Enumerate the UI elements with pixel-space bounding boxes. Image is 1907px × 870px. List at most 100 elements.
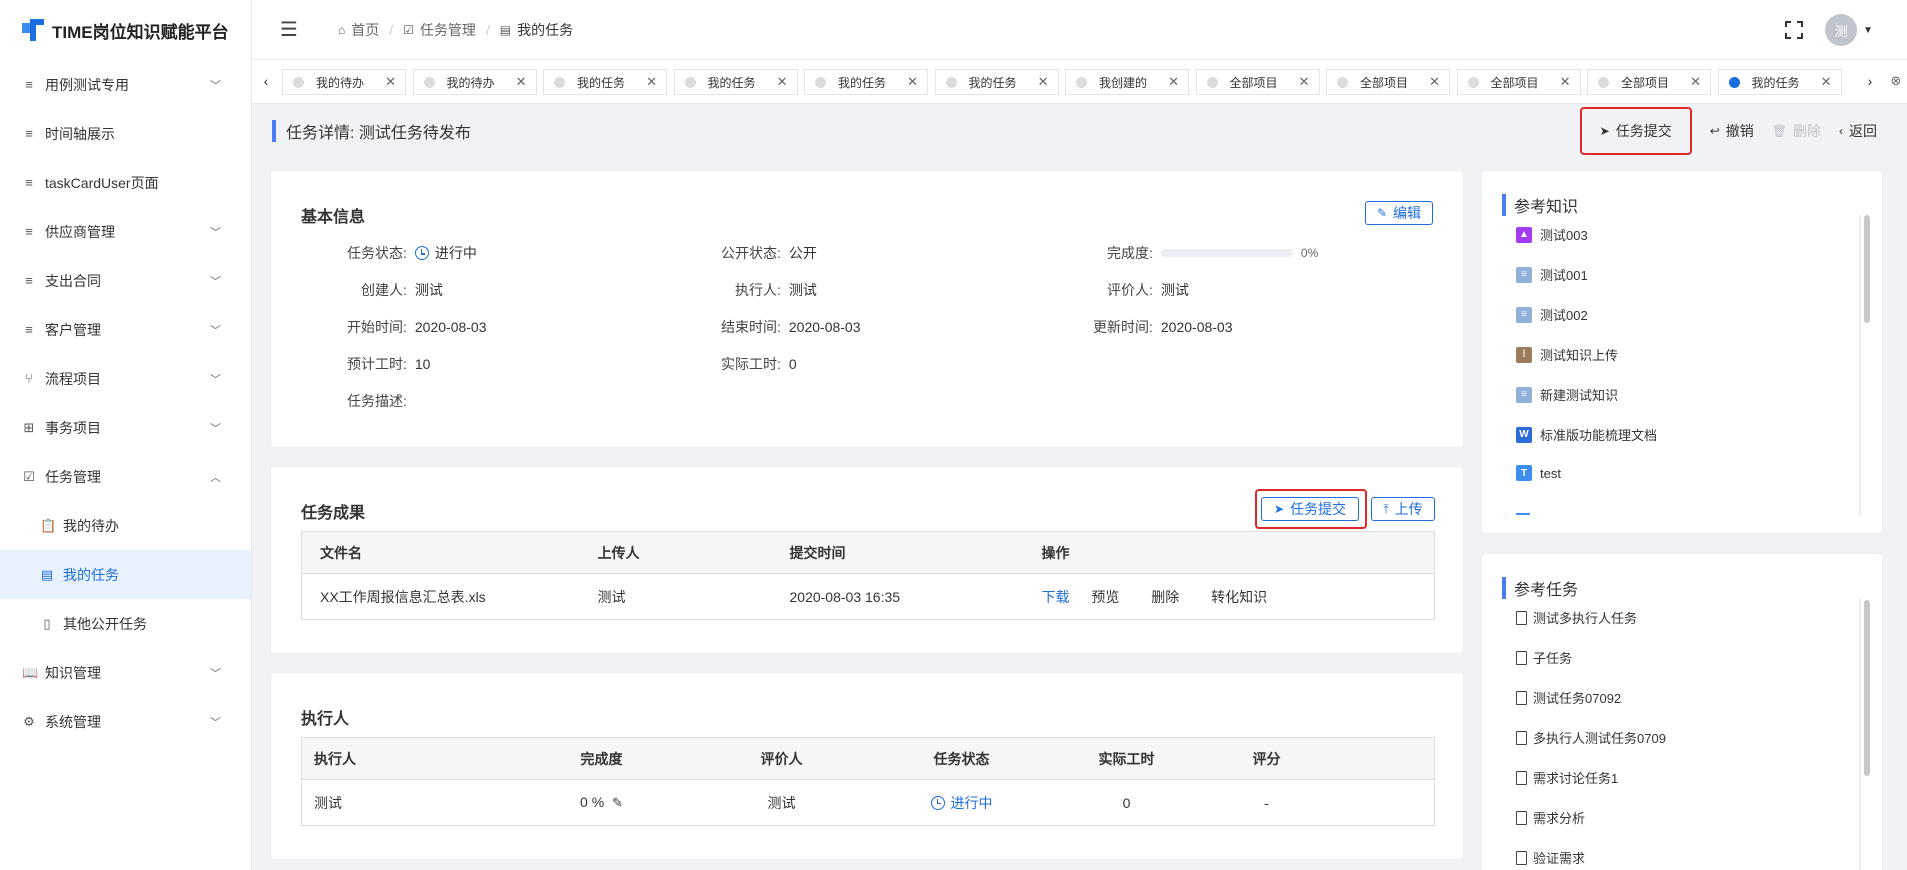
ref-task-item[interactable]: 测试任务07092 <box>1516 688 1621 707</box>
close-icon[interactable]: ✕ <box>1429 74 1440 90</box>
tab-label: 我的待办 <box>316 75 365 90</box>
ref-knowledge-item[interactable]: ≡ 测试001 <box>1516 265 1588 284</box>
sidebar-item-7[interactable]: ⊞ 事务项目 ﹀ <box>0 403 251 452</box>
tab-label: 全部项目 <box>1229 75 1278 90</box>
close-icon[interactable]: ✕ <box>646 74 657 90</box>
ref-task-item[interactable]: 需求分析 <box>1516 808 1585 827</box>
close-icon[interactable]: ✕ <box>1299 74 1310 90</box>
close-icon[interactable]: ✕ <box>907 74 918 90</box>
header-right: 测 ▼ <box>1785 14 1873 46</box>
ref-task-item[interactable]: 验证需求 <box>1516 848 1585 867</box>
fullscreen-icon[interactable] <box>1785 21 1804 39</box>
back-button[interactable]: ‹ 返回 <box>1839 121 1877 141</box>
revoke-button[interactable]: ↩ 撤销 <box>1710 121 1754 141</box>
tab-10[interactable]: 全部项目 ✕ <box>1587 69 1711 95</box>
title-accent-bar <box>1502 194 1506 216</box>
upload-button[interactable]: ⤒ 上传 <box>1371 497 1435 521</box>
sidebar-item-1[interactable]: ≡ 时间轴展示 <box>0 109 251 158</box>
tab-4[interactable]: 我的任务 ✕ <box>804 69 928 95</box>
actual-hours-value: 0 <box>788 356 797 372</box>
tab-3[interactable]: 我的任务 ✕ <box>673 69 798 95</box>
breadcrumb-home[interactable]: 首页 <box>351 20 379 40</box>
download-link[interactable]: 下载 <box>1042 589 1070 605</box>
ref-knowledge-scrollbar[interactable] <box>1864 215 1870 323</box>
est-hours-field: 预计工时: 10 <box>347 354 430 374</box>
tab-dot-icon <box>423 76 435 88</box>
sidebar-item-13[interactable]: ⚙ 系统管理 ﹀ <box>0 697 251 746</box>
ref-knowledge-item[interactable]: ▲ 测试003 <box>1516 225 1588 244</box>
tab-9[interactable]: 全部项目 ✕ <box>1456 69 1581 95</box>
tab-0[interactable]: 我的待办 ✕ <box>282 69 406 95</box>
public-value: 公开 <box>788 245 817 261</box>
ref-knowledge-item[interactable]: ≡ 新建测试知识 <box>1516 385 1618 404</box>
close-icon[interactable]: ✕ <box>1821 74 1832 90</box>
delete-button[interactable]: 🗑 删除 <box>1772 121 1821 141</box>
sidebar-item-2[interactable]: ≡ taskCardUser页面 <box>0 158 251 207</box>
preview-link[interactable]: 预览 <box>1091 589 1119 605</box>
sidebar-item-10[interactable]: ▤ 我的任务 <box>0 550 251 599</box>
close-icon[interactable]: ✕ <box>1690 74 1701 90</box>
close-icon[interactable]: ✕ <box>385 74 396 90</box>
tab-7[interactable]: 全部项目 ✕ <box>1195 69 1320 95</box>
ref-knowledge-item[interactable]: ≡ 测试002 <box>1516 305 1588 324</box>
ref-task-item[interactable]: 多执行人测试任务0709 <box>1516 728 1666 747</box>
ref-task-item[interactable]: 需求讨论任务1 <box>1516 768 1618 787</box>
chevron-down-icon: ﹀ <box>210 667 221 680</box>
tabs-scroll-right-icon[interactable]: › <box>1860 69 1880 93</box>
tab-6[interactable]: 我创建的 ✕ <box>1065 69 1189 95</box>
task-results-card: 任务成果 ➤ 任务提交 ⤒ 上传 文件名 上传人 提交时间 操作 XX工作周报信… <box>270 466 1464 654</box>
close-icon[interactable]: ✕ <box>1038 74 1049 90</box>
delete-label: 删除 <box>1793 123 1821 139</box>
tab-2[interactable]: 我的任务 ✕ <box>543 69 667 95</box>
tab-1[interactable]: 我的待办 ✕ <box>412 69 537 95</box>
caret-down-icon[interactable]: ▼ <box>1863 25 1873 36</box>
sidebar-item-4[interactable]: ≡ 支出合同 ﹀ <box>0 256 251 305</box>
list-icon: ≡ <box>25 224 33 239</box>
tab-11[interactable]: 我的任务 ✕ <box>1717 69 1842 95</box>
list-icon: ≡ <box>25 322 33 337</box>
tab-label: 我的任务 <box>577 75 626 90</box>
edit-button[interactable]: ✎ 编辑 <box>1365 201 1433 225</box>
ref-knowledge-label: 测试003 <box>1540 228 1588 243</box>
sidebar-item-6[interactable]: ⑂ 流程项目 ﹀ <box>0 354 251 403</box>
app-logo[interactable]: TIME岗位知识赋能平台 <box>0 0 251 60</box>
sidebar-item-8[interactable]: ☑ 任务管理 ︿ <box>0 452 251 501</box>
delete-link[interactable]: 删除 <box>1151 589 1179 605</box>
breadcrumb-task-management[interactable]: 任务管理 <box>420 20 476 40</box>
hamburger-menu-icon[interactable]: ☰ <box>280 17 304 42</box>
ref-task-item[interactable]: 子任务 <box>1516 648 1572 667</box>
completion-field: 完成度: 0% <box>1107 243 1318 263</box>
close-icon[interactable]: ✕ <box>1560 74 1571 90</box>
sidebar-item-11[interactable]: ▯ 其他公开任务 <box>0 599 251 648</box>
ref-task-item[interactable]: 测试多执行人任务 <box>1516 608 1637 627</box>
ref-tasks-scrollbar[interactable] <box>1864 600 1870 776</box>
ref-task-label: 测试任务07092 <box>1533 691 1622 706</box>
sidebar-item-12[interactable]: 📖 知识管理 ﹀ <box>0 648 251 697</box>
sidebar-item-5[interactable]: ≡ 客户管理 ﹀ <box>0 305 251 354</box>
avatar[interactable]: 测 <box>1825 14 1858 46</box>
sidebar-item-0[interactable]: ≡ 用例测试专用 ﹀ <box>0 60 251 109</box>
tabs-scroll-left-icon[interactable]: ‹ <box>256 69 276 93</box>
convert-knowledge-link[interactable]: 转化知识 <box>1211 589 1267 605</box>
submit-task-button[interactable]: ➤ 任务提交 <box>1579 107 1692 155</box>
ref-knowledge-item[interactable]: Ttest <box>1516 465 1561 481</box>
ref-knowledge-item[interactable]: W 标准版功能梳理文档 <box>1516 425 1657 444</box>
close-icon[interactable]: ✕ <box>1168 74 1179 90</box>
sidebar-item-3[interactable]: ≡ 供应商管理 ﹀ <box>0 207 251 256</box>
chevron-down-icon: ﹀ <box>210 373 221 386</box>
results-submit-button[interactable]: ➤ 任务提交 <box>1261 497 1359 521</box>
close-icon[interactable]: ✕ <box>777 74 788 90</box>
edit-icon[interactable]: ✎ <box>612 795 623 810</box>
ref-task-label: 子任务 <box>1533 651 1573 666</box>
close-icon[interactable]: ✕ <box>516 74 527 90</box>
cell-spacer <box>1331 779 1435 826</box>
sidebar-item-9[interactable]: 📋 我的待办 <box>0 501 251 550</box>
tab-8[interactable]: 全部项目 ✕ <box>1326 69 1450 95</box>
tab-5[interactable]: 我的任务 ✕ <box>934 69 1059 95</box>
col-header-score: 评分 <box>1201 737 1332 780</box>
ref-knowledge-label: 测试002 <box>1540 308 1588 323</box>
close-all-tabs-icon[interactable]: ⊗ <box>1886 69 1906 93</box>
start-time-label: 开始时间: <box>347 319 407 335</box>
ref-knowledge-item[interactable]: ⁞ 测试知识上传 <box>1516 345 1618 364</box>
back-label: 返回 <box>1849 123 1877 139</box>
